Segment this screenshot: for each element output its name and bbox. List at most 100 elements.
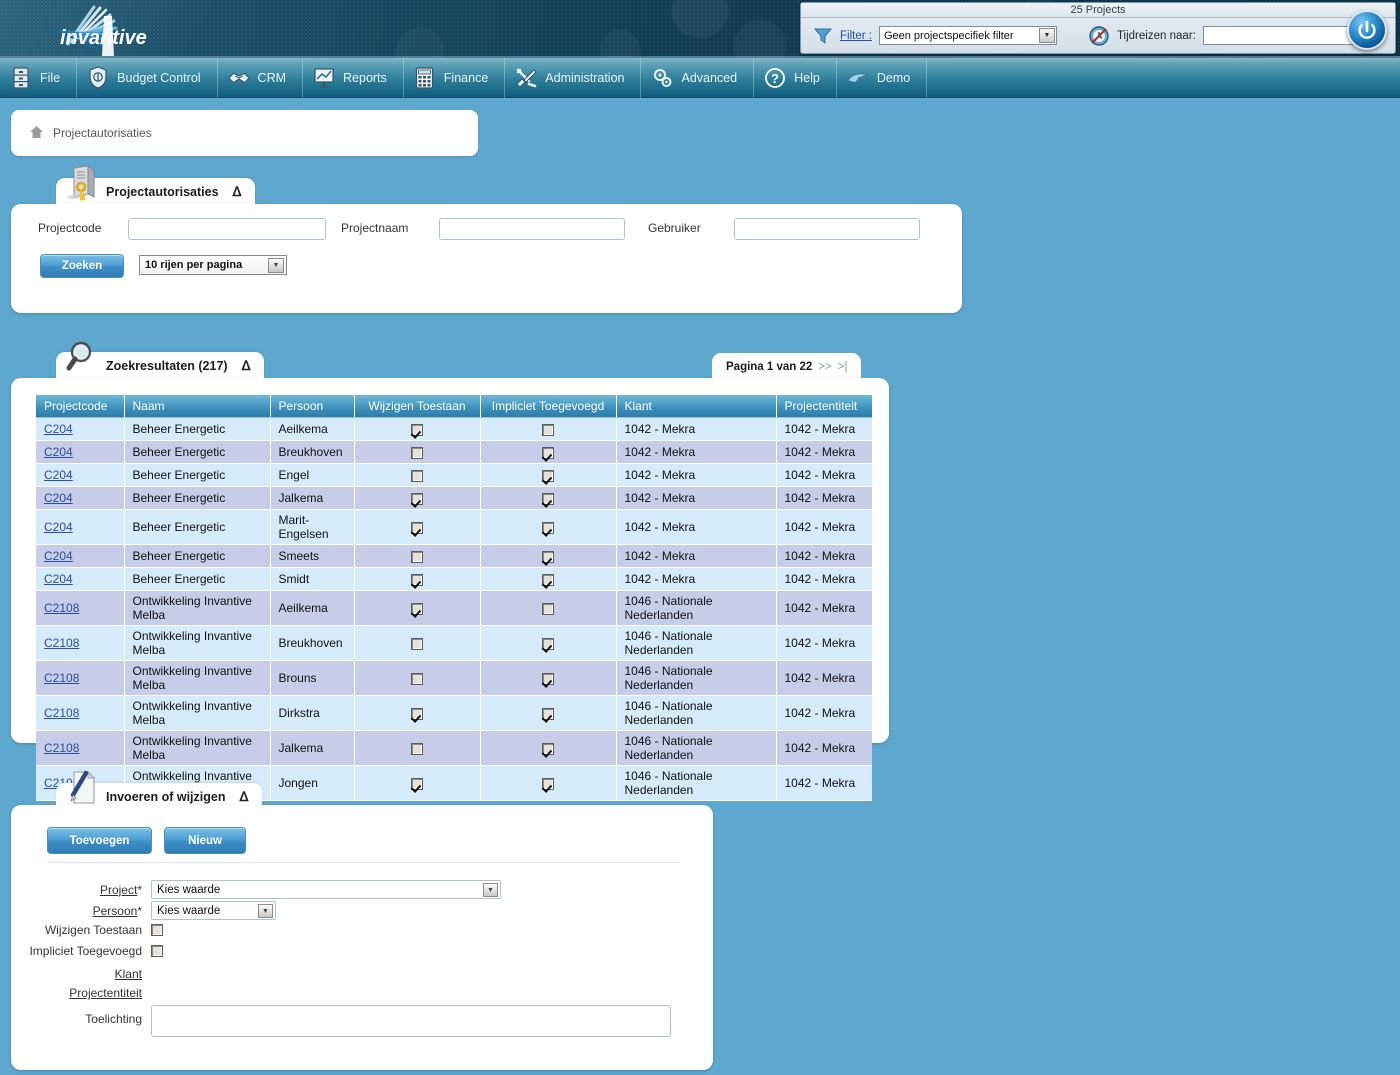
chevron-up-icon[interactable]: ᐃ — [233, 184, 242, 200]
projectcode-link[interactable]: C204 — [44, 468, 73, 482]
table-row[interactable]: C204 Beheer Energetic Marit-Engelsen 1042 -… — [36, 509, 872, 545]
projectcode-link[interactable]: C204 — [44, 491, 73, 505]
time-travel-input[interactable] — [1202, 26, 1359, 45]
wijzigen-toestaan-checkbox[interactable] — [411, 573, 423, 586]
table-row[interactable]: C2108 Ontwikkeling Invantive Melba Aeilkem… — [36, 590, 872, 626]
projectcode-link[interactable]: C2108 — [44, 741, 79, 755]
projectcode-link[interactable]: C204 — [44, 445, 73, 459]
projectcode-link[interactable]: C204 — [44, 572, 73, 586]
projectnaam-input[interactable] — [439, 218, 625, 240]
menu-item-advanced[interactable]: Advanced — [641, 57, 755, 98]
nieuw-button[interactable]: Nieuw — [164, 827, 246, 854]
cabinet-key-icon — [66, 164, 100, 202]
wijzigen-toestaan-checkbox[interactable] — [411, 521, 423, 534]
impliciet-toegevoegd-checkbox[interactable] — [542, 777, 554, 790]
wijzigen-toestaan-checkbox[interactable] — [151, 924, 163, 936]
impliciet-toegevoegd-checkbox[interactable] — [542, 672, 554, 685]
gebruiker-input[interactable] — [734, 218, 920, 240]
wijzigen-toestaan-checkbox[interactable] — [411, 637, 423, 650]
col-wijzigen-toestaan[interactable]: Wijzigen Toestaan — [354, 395, 481, 418]
table-row[interactable]: C2108 Ontwikkeling Invantive Melba Breukho… — [36, 625, 872, 661]
col-impliciet-toegevoegd[interactable]: Impliciet Toegevoegd — [480, 395, 617, 418]
wijzigen-toestaan-checkbox[interactable] — [411, 707, 423, 720]
table-row[interactable]: C204 Beheer Energetic Jalkema 1042 - Mekra 1… — [36, 486, 872, 510]
table-row[interactable]: C2108 Ontwikkeling Invantive Melba Brouns 1… — [36, 660, 872, 696]
rows-per-page-select[interactable]: 10 rijen per pagina ▼ — [139, 255, 287, 275]
menu-item-reports[interactable]: Reports — [303, 57, 404, 98]
projectcode-link[interactable]: C2108 — [44, 636, 79, 650]
cell-impliciet-toegevoegd — [480, 544, 617, 568]
impliciet-toegevoegd-checkbox[interactable] — [542, 521, 554, 534]
impliciet-toegevoegd-checkbox[interactable] — [542, 573, 554, 586]
projectcode-link[interactable]: C204 — [44, 422, 73, 436]
impliciet-toegevoegd-checkbox[interactable] — [542, 707, 554, 720]
impliciet-toegevoegd-checkbox[interactable] — [542, 742, 554, 755]
wijzigen-toestaan-checkbox[interactable] — [411, 550, 423, 563]
pagination-last[interactable]: >| — [838, 361, 848, 373]
table-row[interactable]: C204 Beheer Energetic Smidt 1042 - Mekra 104… — [36, 567, 872, 591]
toelichting-input[interactable] — [151, 1005, 671, 1037]
search-panel-tab[interactable]: Projectautorisaties ᐃ — [56, 165, 256, 206]
table-row[interactable]: C204 Beheer Energetic Engel 1042 - Mekra 104… — [36, 463, 872, 487]
wijzigen-toestaan-checkbox[interactable] — [411, 602, 423, 615]
toevoegen-button-label: Toevoegen — [69, 834, 130, 847]
projectcode-link[interactable]: C2108 — [44, 601, 79, 615]
pagination-tab: Pagina 1 van 22 >> >| — [712, 353, 862, 380]
impliciet-toegevoegd-checkbox[interactable] — [151, 945, 163, 957]
power-icon[interactable] — [1347, 10, 1387, 50]
breadcrumb-current[interactable]: Projectautorisaties — [53, 126, 152, 140]
zoeken-button[interactable]: Zoeken — [40, 254, 124, 278]
filter-link[interactable]: Filter : — [840, 30, 872, 42]
toevoegen-button[interactable]: Toevoegen — [47, 827, 152, 854]
cell-naam: Beheer Energetic — [124, 509, 271, 545]
table-row[interactable]: C2108 Ontwikkeling Invantive Melba Jalkema… — [36, 730, 872, 766]
menu-item-file[interactable]: File — [0, 57, 78, 98]
menu-item-budget-control[interactable]: Budget Control — [77, 57, 218, 98]
zoeken-button-label: Zoeken — [61, 260, 103, 272]
col-klant[interactable]: Klant — [616, 395, 777, 418]
wijzigen-toestaan-checkbox[interactable] — [411, 672, 423, 685]
projectcode-link[interactable]: C204 — [44, 549, 73, 563]
persoon-select[interactable]: Kies waarde ▼ — [151, 901, 276, 920]
projectcode-input[interactable] — [128, 218, 326, 240]
pagination-next[interactable]: >> — [818, 361, 831, 373]
impliciet-toegevoegd-checkbox[interactable] — [542, 423, 554, 436]
wijzigen-toestaan-checkbox[interactable] — [411, 742, 423, 755]
project-filter-select[interactable]: Geen projectspecifiek filter ▼ — [878, 26, 1057, 45]
wijzigen-toestaan-checkbox[interactable] — [411, 777, 423, 790]
projectcode-link[interactable]: C2108 — [44, 706, 79, 720]
cell-impliciet-toegevoegd — [480, 509, 617, 545]
home-icon[interactable] — [29, 125, 44, 142]
impliciet-toegevoegd-checkbox[interactable] — [542, 492, 554, 505]
projectcode-link[interactable]: C2108 — [44, 671, 79, 685]
col-projectentiteit[interactable]: Projectentiteit — [776, 395, 872, 418]
chevron-up-icon[interactable]: ᐃ — [242, 358, 251, 374]
project-tool-panel: 25 Projects Filter : Geen projectspecifi… — [800, 2, 1396, 54]
impliciet-toegevoegd-checkbox[interactable] — [542, 550, 554, 563]
impliciet-toegevoegd-checkbox[interactable] — [542, 446, 554, 459]
col-persoon[interactable]: Persoon — [270, 395, 355, 418]
table-row[interactable]: C204 Beheer Energetic Smeets 1042 - Mekra 10… — [36, 544, 872, 568]
col-projectcode[interactable]: Projectcode — [36, 395, 125, 418]
menu-item-finance[interactable]: Finance — [404, 57, 506, 98]
wijzigen-toestaan-checkbox[interactable] — [411, 492, 423, 505]
projectcode-link[interactable]: C204 — [44, 520, 73, 534]
menu-item-demo[interactable]: Demo — [837, 57, 928, 98]
wijzigen-toestaan-checkbox[interactable] — [411, 446, 423, 459]
impliciet-toegevoegd-checkbox[interactable] — [542, 469, 554, 482]
table-row[interactable]: C2108 Ontwikkeling Invantive Melba Dirkstr… — [36, 695, 872, 731]
impliciet-toegevoegd-checkbox[interactable] — [542, 602, 554, 615]
results-panel-tab[interactable]: Zoekresultaten (217) ᐃ — [56, 341, 265, 380]
impliciet-toegevoegd-checkbox[interactable] — [542, 637, 554, 650]
time-travel-icon[interactable] — [1088, 25, 1110, 47]
project-select[interactable]: Kies waarde ▼ — [151, 880, 501, 899]
table-row[interactable]: C204 Beheer Energetic Breukhoven 1042 - Mek… — [36, 440, 872, 464]
wijzigen-toestaan-checkbox[interactable] — [411, 469, 423, 482]
table-row[interactable]: C204 Beheer Energetic Aeilkema 1042 - Mekra… — [36, 417, 872, 441]
menu-item-administration[interactable]: Administration — [505, 57, 642, 98]
menu-item-crm[interactable]: CRM — [218, 57, 304, 98]
chevron-up-icon[interactable]: ᐃ — [239, 789, 248, 805]
menu-item-help[interactable]: ? Help — [754, 57, 837, 98]
wijzigen-toestaan-checkbox[interactable] — [411, 423, 423, 436]
col-naam[interactable]: Naam — [124, 395, 271, 418]
